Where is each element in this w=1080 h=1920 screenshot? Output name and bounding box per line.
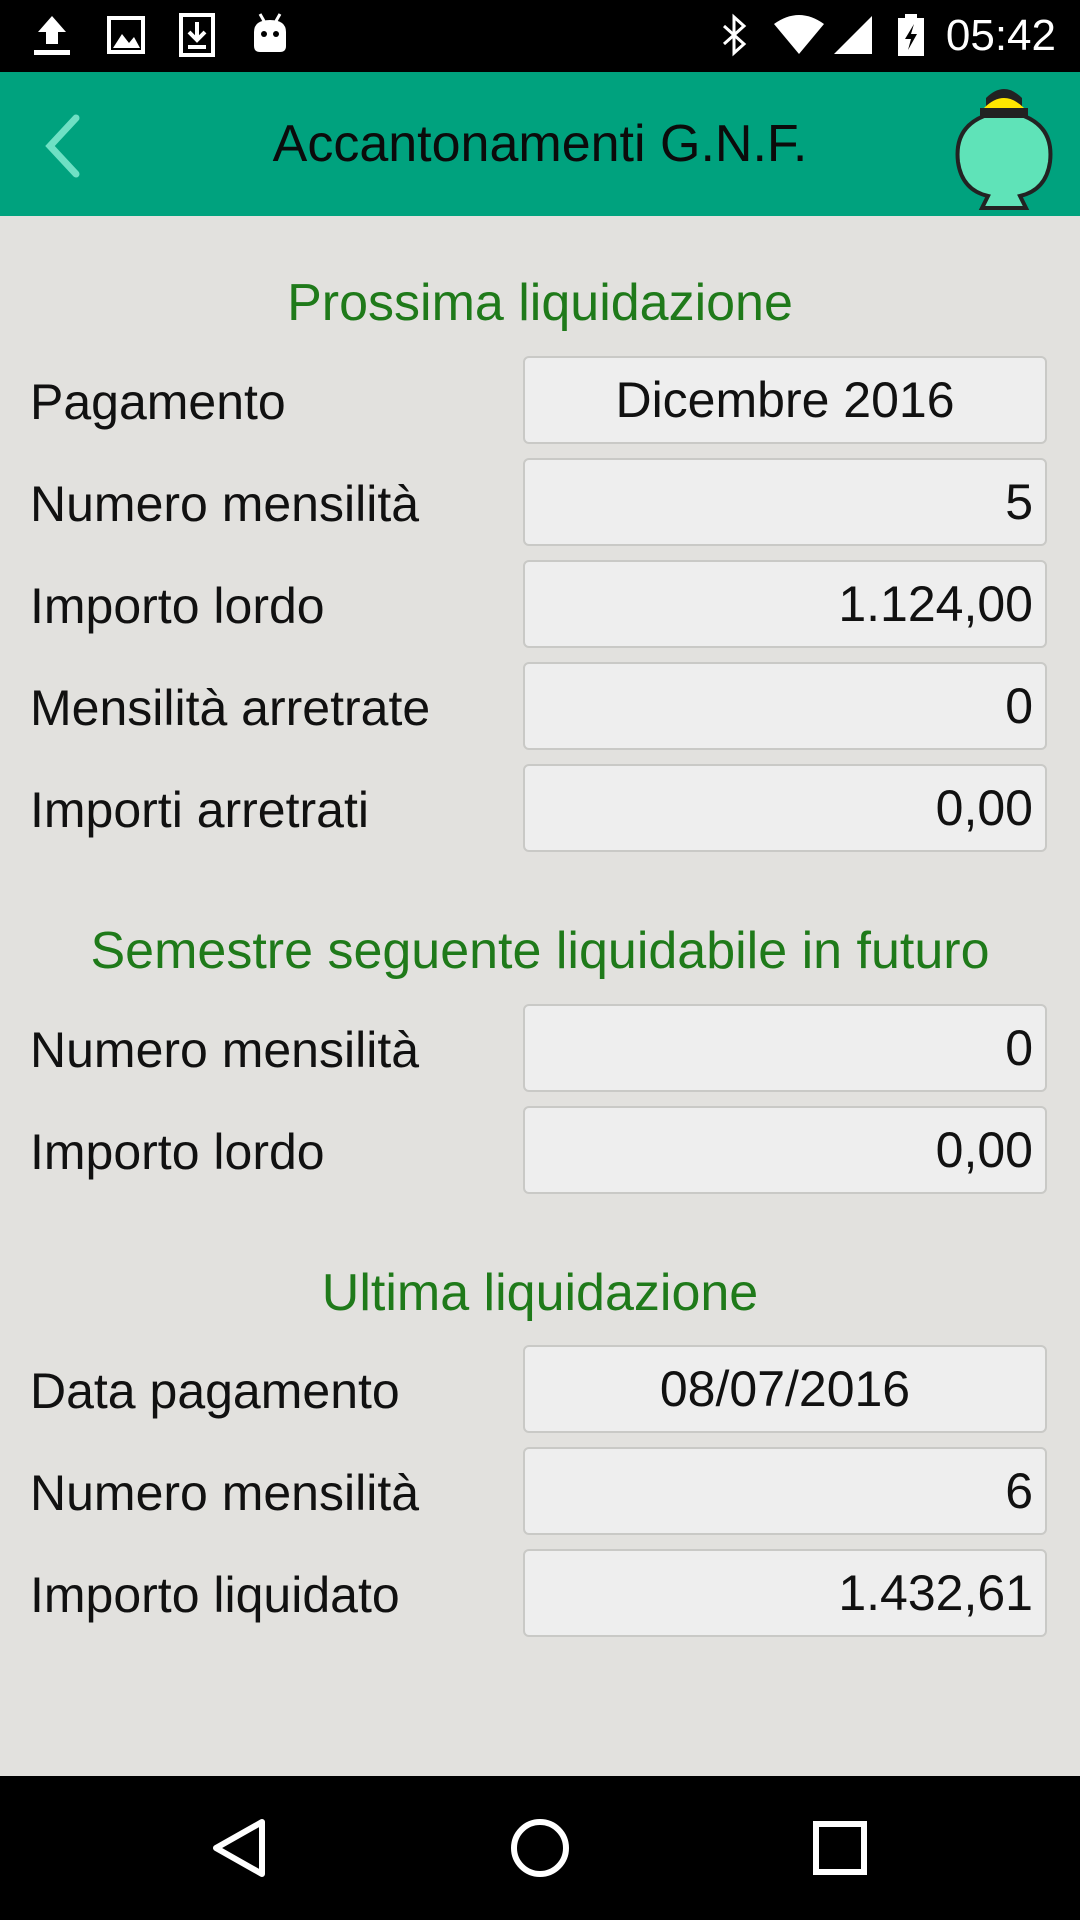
bluetooth-icon — [722, 13, 747, 57]
value-field: 1.432,61 — [523, 1549, 1047, 1637]
value-field: 6 — [523, 1447, 1047, 1535]
row-arrears-amounts: Importi arretrati 0,00 — [0, 764, 1080, 856]
nav-home-icon[interactable] — [500, 1808, 580, 1888]
chevron-left-icon[interactable] — [36, 110, 96, 182]
nav-back-icon[interactable] — [200, 1808, 280, 1888]
section-title-future: Semestre seguente liquidabile in futuro — [90, 922, 990, 980]
status-bar: 05:42 — [0, 0, 1080, 72]
piggy-bank-icon — [955, 89, 1053, 210]
status-time: 05:42 — [945, 11, 1056, 60]
row-months: Numero mensilità 6 — [0, 1447, 1080, 1539]
row-label: Importo lordo — [30, 578, 325, 634]
row-payment-date: Data pagamento 08/07/2016 — [0, 1345, 1080, 1437]
value-field: 0,00 — [523, 1106, 1047, 1194]
battery-charging-icon — [898, 14, 924, 56]
nav-recents-icon[interactable] — [800, 1808, 880, 1888]
value-field: Dicembre 2016 — [523, 356, 1047, 444]
row-label: Mensilità arretrate — [30, 680, 431, 736]
value-field: 0 — [523, 1004, 1047, 1092]
wifi-icon — [774, 15, 824, 54]
row-label: Importi arretrati — [30, 782, 369, 838]
page-title: Accantonamenti G.N.F. — [272, 115, 808, 173]
row-months: Numero mensilità 0 — [0, 1004, 1080, 1096]
row-months: Numero mensilità 5 — [0, 458, 1080, 550]
image-icon — [107, 16, 145, 54]
row-label: Numero mensilità — [30, 1022, 420, 1078]
value-field: 0 — [523, 662, 1047, 750]
app-bar: Accantonamenti G.N.F. — [0, 72, 1080, 216]
upload-icon — [34, 16, 70, 55]
value-field: 0,00 — [523, 764, 1047, 852]
row-label: Importo lordo — [30, 1124, 325, 1180]
row-arrears-months: Mensilità arretrate 0 — [0, 662, 1080, 754]
row-gross-amount: Importo lordo 1.124,00 — [0, 560, 1080, 652]
row-gross-amount: Importo lordo 0,00 — [0, 1106, 1080, 1198]
section-title-last: Ultima liquidazione — [321, 1264, 759, 1322]
row-label: Importo liquidato — [30, 1567, 400, 1623]
signal-icon — [834, 16, 872, 54]
value-field: 1.124,00 — [523, 560, 1047, 648]
row-payment: Pagamento Dicembre 2016 — [0, 356, 1080, 448]
row-paid-amount: Importo liquidato 1.432,61 — [0, 1549, 1080, 1641]
value-field: 5 — [523, 458, 1047, 546]
row-label: Pagamento — [30, 374, 286, 430]
section-title-next: Prossima liquidazione — [287, 274, 793, 332]
row-label: Numero mensilità — [30, 1465, 420, 1521]
android-debug-icon — [254, 13, 286, 52]
row-label: Numero mensilità — [30, 476, 420, 532]
download-icon — [179, 13, 215, 57]
value-field: 08/07/2016 — [523, 1345, 1047, 1433]
row-label: Data pagamento — [30, 1363, 400, 1419]
system-nav-bar — [0, 1776, 1080, 1920]
